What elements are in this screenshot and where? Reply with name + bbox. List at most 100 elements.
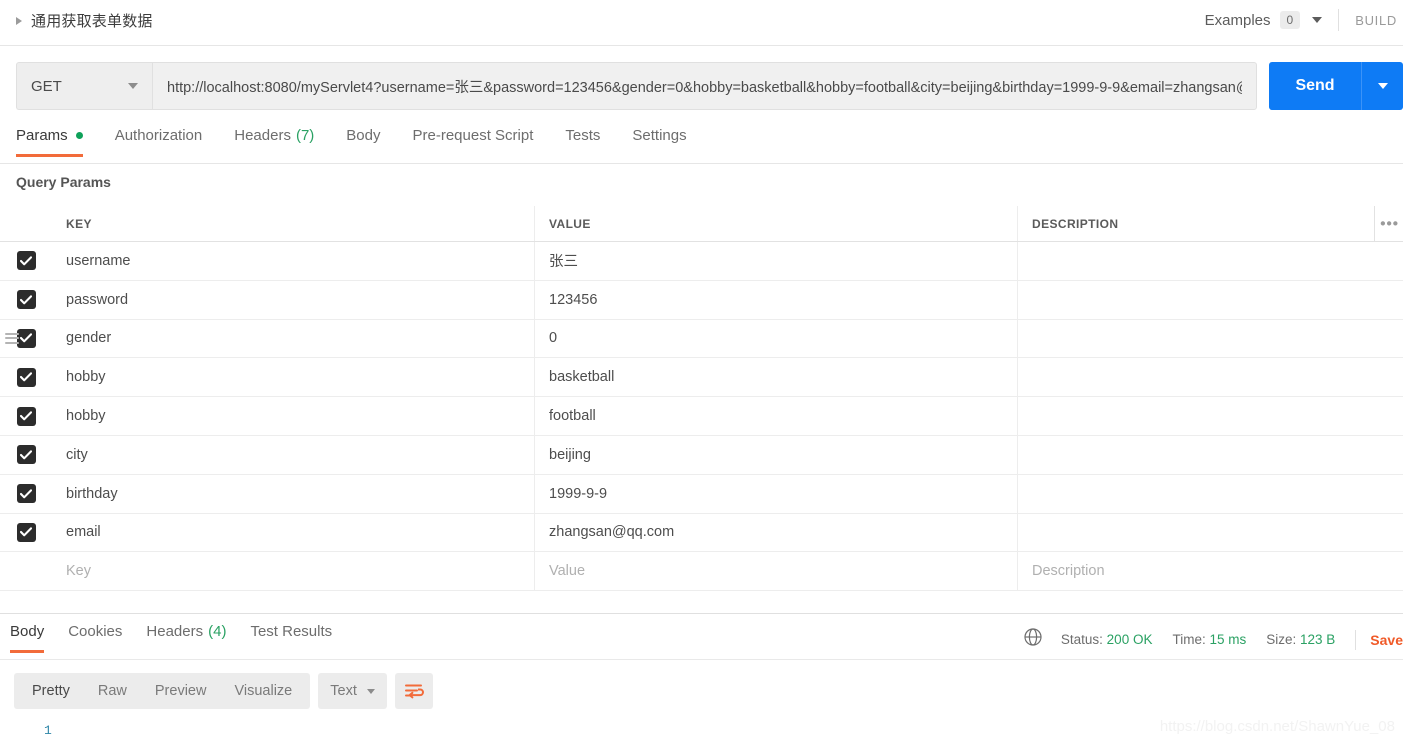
response-tab-cookies[interactable]: Cookies bbox=[68, 620, 136, 653]
bulk-edit-icon[interactable]: ••• bbox=[1380, 215, 1399, 232]
request-tab-body[interactable]: Body bbox=[346, 124, 394, 157]
param-checkbox[interactable] bbox=[16, 484, 36, 504]
param-key-cell[interactable]: email bbox=[52, 513, 535, 552]
column-header-key: KEY bbox=[66, 216, 92, 231]
request-tab-count: (7) bbox=[295, 126, 315, 144]
param-value-text: Value bbox=[549, 563, 586, 580]
send-button[interactable]: Send bbox=[1269, 62, 1361, 110]
collapse-caret-icon[interactable] bbox=[16, 16, 22, 25]
table-row[interactable]: password 123456 bbox=[0, 280, 1403, 320]
param-key-cell[interactable]: gender bbox=[52, 319, 535, 358]
column-header-value: VALUE bbox=[549, 216, 591, 231]
query-params-heading: Query Params bbox=[16, 174, 111, 190]
request-tab-label: Headers bbox=[234, 126, 291, 144]
param-checkbox[interactable] bbox=[16, 367, 36, 387]
request-tab-pre-request-script[interactable]: Pre-request Script bbox=[413, 124, 548, 157]
param-value-cell[interactable]: 张三 bbox=[535, 242, 1018, 280]
word-wrap-icon bbox=[404, 684, 424, 699]
param-key-text: username bbox=[66, 252, 131, 269]
param-description-cell[interactable] bbox=[1018, 514, 1403, 552]
table-row[interactable]: city beijing bbox=[0, 435, 1403, 475]
table-row[interactable]: email zhangsan@qq.com bbox=[0, 513, 1403, 553]
params-modified-dot-icon bbox=[75, 131, 83, 139]
size-value: 123 B bbox=[1300, 632, 1336, 647]
watermark-text: https://blog.csdn.net/ShawnYue_08 bbox=[1159, 718, 1395, 735]
table-row[interactable]: hobby basketball bbox=[0, 358, 1403, 398]
column-header-description: DESCRIPTION bbox=[1032, 216, 1119, 231]
param-checkbox[interactable] bbox=[16, 406, 36, 426]
param-value-cell[interactable]: 1999-9-9 bbox=[535, 474, 1018, 513]
param-key-cell[interactable]: hobby bbox=[52, 358, 535, 397]
response-tab-body[interactable]: Body bbox=[10, 620, 58, 653]
table-row[interactable]: username 张三 bbox=[0, 242, 1403, 281]
param-value-cell[interactable]: basketball bbox=[535, 358, 1018, 397]
param-description-cell[interactable] bbox=[1018, 397, 1403, 435]
param-checkbox[interactable] bbox=[16, 445, 36, 465]
param-value-cell[interactable]: football bbox=[535, 397, 1018, 435]
examples-count-badge: 0 bbox=[1279, 11, 1301, 29]
param-key-text: birthday bbox=[66, 485, 118, 502]
param-description-cell[interactable] bbox=[1018, 358, 1403, 396]
response-tab-headers[interactable]: Headers (4) bbox=[146, 620, 240, 653]
param-key-cell[interactable]: Key bbox=[52, 552, 535, 591]
param-description-cell[interactable]: Description bbox=[1018, 552, 1403, 590]
table-row[interactable]: birthday 1999-9-9 bbox=[0, 474, 1403, 514]
param-value-text: 0 bbox=[549, 330, 558, 347]
new-param-row[interactable]: Key Value Description bbox=[0, 552, 1403, 592]
request-tab-tests[interactable]: Tests bbox=[565, 124, 614, 157]
build-button[interactable]: BUILD bbox=[1355, 13, 1397, 28]
table-row[interactable]: hobby football bbox=[0, 397, 1403, 436]
viewer-mode-pretty[interactable]: Pretty bbox=[18, 677, 84, 705]
param-checkbox[interactable] bbox=[16, 290, 36, 310]
param-key-cell[interactable]: birthday bbox=[52, 474, 535, 513]
bulk-edit-divider bbox=[1374, 206, 1375, 241]
param-key-cell[interactable]: username bbox=[52, 242, 535, 280]
param-key-cell[interactable]: password bbox=[52, 280, 535, 319]
param-value-cell[interactable]: Value bbox=[535, 552, 1018, 591]
examples-chevron-down-icon[interactable] bbox=[1312, 17, 1323, 23]
param-key-cell[interactable]: hobby bbox=[52, 397, 535, 435]
drag-handle-icon[interactable] bbox=[5, 330, 19, 346]
request-tabs: Params Authorization Headers (7) Body Pre-req… bbox=[0, 124, 1403, 164]
param-value-cell[interactable]: 0 bbox=[535, 319, 1018, 358]
send-options-button[interactable] bbox=[1361, 62, 1403, 110]
header-check-cell bbox=[0, 206, 52, 241]
param-checkbox[interactable] bbox=[16, 251, 36, 271]
request-tab-headers[interactable]: Headers (7) bbox=[234, 124, 328, 157]
param-description-cell[interactable] bbox=[1018, 436, 1403, 474]
param-key-text: Key bbox=[66, 563, 91, 580]
param-checkbox[interactable] bbox=[16, 522, 36, 542]
viewer-mode-preview[interactable]: Preview bbox=[141, 677, 221, 705]
response-tab-test-results[interactable]: Test Results bbox=[250, 620, 346, 653]
response-tab-label: Headers bbox=[146, 622, 204, 640]
url-input[interactable]: http://localhost:8080/myServlet4?usernam… bbox=[152, 62, 1257, 110]
param-value-cell[interactable]: zhangsan@qq.com bbox=[535, 513, 1018, 552]
method-chevron-down-icon bbox=[128, 83, 138, 89]
http-method-selector[interactable]: GET bbox=[16, 62, 152, 110]
param-key-text: hobby bbox=[66, 369, 106, 386]
param-value-cell[interactable]: beijing bbox=[535, 435, 1018, 474]
param-value-text: basketball bbox=[549, 369, 615, 386]
response-format-selector[interactable]: Text bbox=[318, 673, 387, 709]
response-tabs-underline bbox=[0, 659, 1403, 660]
examples-label[interactable]: Examples bbox=[1205, 12, 1271, 29]
viewer-mode-visualize[interactable]: Visualize bbox=[220, 677, 306, 705]
param-description-cell[interactable] bbox=[1018, 320, 1403, 358]
param-enabled-cell bbox=[0, 320, 52, 358]
save-response-button[interactable]: Save bbox=[1370, 632, 1403, 648]
param-description-cell[interactable] bbox=[1018, 242, 1403, 280]
param-checkbox[interactable] bbox=[16, 328, 36, 348]
request-tab-params[interactable]: Params bbox=[16, 124, 97, 157]
param-value-cell[interactable]: 123456 bbox=[535, 280, 1018, 319]
param-key-text: password bbox=[66, 291, 129, 308]
param-description-cell[interactable] bbox=[1018, 475, 1403, 513]
request-tab-authorization[interactable]: Authorization bbox=[115, 124, 217, 157]
param-key-cell[interactable]: city bbox=[52, 435, 535, 474]
url-input-value: http://localhost:8080/myServlet4?usernam… bbox=[167, 79, 1242, 96]
table-row[interactable]: gender 0 bbox=[0, 319, 1403, 359]
viewer-mode-raw[interactable]: Raw bbox=[84, 677, 141, 705]
param-description-cell[interactable] bbox=[1018, 281, 1403, 319]
word-wrap-toggle[interactable] bbox=[394, 673, 433, 709]
request-title-group[interactable]: 通用获取表单数据 bbox=[16, 10, 153, 31]
request-tab-settings[interactable]: Settings bbox=[632, 124, 700, 157]
